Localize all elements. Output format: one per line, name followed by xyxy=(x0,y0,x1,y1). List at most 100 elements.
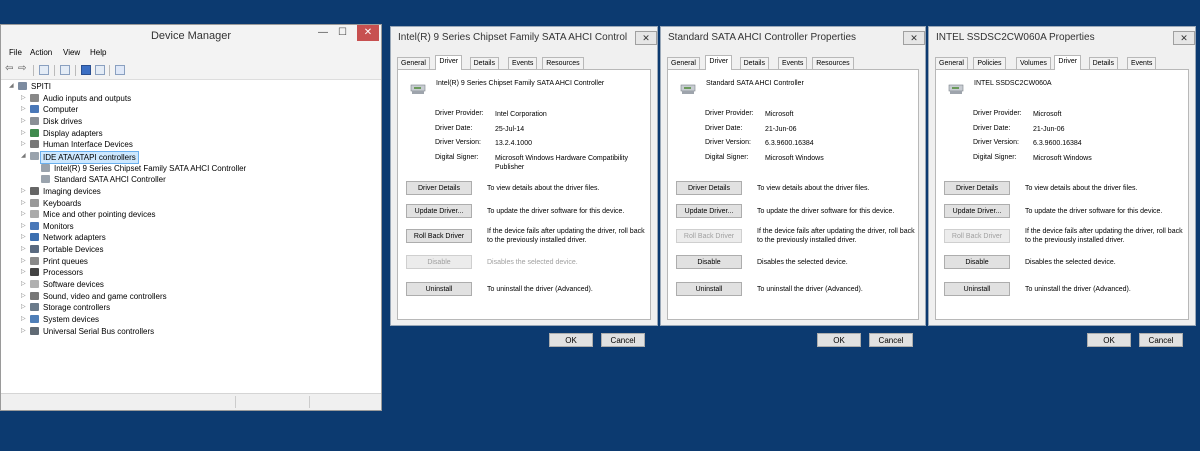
tree-item[interactable]: ▷ Universal Serial Bus controllers xyxy=(21,326,381,337)
close-button[interactable]: ✕ xyxy=(357,25,379,41)
uninstall-button[interactable]: Uninstall xyxy=(944,282,1010,296)
menu-action[interactable]: Action xyxy=(30,48,52,57)
update-driver-button[interactable]: Update Driver... xyxy=(944,204,1010,218)
tree-item[interactable]: ◢ SPITI xyxy=(9,81,381,92)
tree-item[interactable]: ▷ Software devices xyxy=(21,279,381,290)
dialog-title-bar[interactable]: Standard SATA AHCI Controller Properties… xyxy=(661,27,925,49)
uninstall-button[interactable]: Uninstall xyxy=(676,282,742,296)
tree-item[interactable]: Standard SATA AHCI Controller xyxy=(39,174,381,185)
update-driver-button[interactable]: Update Driver... xyxy=(406,204,472,218)
tree-item[interactable]: ▷ Display adapters xyxy=(21,128,381,139)
title-bar[interactable]: Device Manager — ☐ ✕ xyxy=(1,25,381,47)
expand-toggle-icon[interactable]: ▷ xyxy=(21,291,27,302)
expand-toggle-icon[interactable]: ▷ xyxy=(21,186,27,197)
expand-toggle-icon[interactable]: ▷ xyxy=(21,209,27,220)
dialog-close-button[interactable]: ✕ xyxy=(635,31,657,45)
expand-toggle-icon[interactable]: ▷ xyxy=(21,116,27,127)
tab-details[interactable]: Details xyxy=(469,57,499,69)
tree-item[interactable]: ◢ IDE ATA/ATAPI controllers xyxy=(21,150,381,164)
device-tree[interactable]: ◢ SPITI ▷ Audio inputs and outputs ▷ Computer… xyxy=(1,81,381,392)
uninstall-button[interactable]: Uninstall xyxy=(406,282,472,296)
ok-button[interactable]: OK xyxy=(817,333,861,347)
view-list-icon[interactable] xyxy=(60,65,70,75)
expand-toggle-icon[interactable]: ▷ xyxy=(21,256,27,267)
ok-button[interactable]: OK xyxy=(549,333,593,347)
tree-item[interactable]: ▷ Keyboards xyxy=(21,198,381,209)
dialog-title-bar[interactable]: INTEL SSDSC2CW060A Properties ✕ xyxy=(929,27,1195,49)
tab-resources[interactable]: Resources xyxy=(542,57,584,69)
dialog-title-bar[interactable]: Intel(R) 9 Series Chipset Family SATA AH… xyxy=(391,27,657,49)
cancel-button[interactable]: Cancel xyxy=(869,333,913,347)
roll-back-driver-button[interactable]: Roll Back Driver xyxy=(944,229,1010,243)
expand-toggle-icon[interactable]: ▷ xyxy=(21,244,27,255)
expand-toggle-icon[interactable]: ▷ xyxy=(21,104,27,115)
menu-help[interactable]: Help xyxy=(90,48,106,57)
expand-toggle-icon[interactable]: ▷ xyxy=(21,314,27,325)
tab-general[interactable]: General xyxy=(935,57,968,69)
scan-hardware-icon[interactable] xyxy=(95,65,105,75)
properties-grid-icon[interactable] xyxy=(39,65,49,75)
expand-toggle-icon[interactable]: ▷ xyxy=(21,232,27,243)
cancel-button[interactable]: Cancel xyxy=(1139,333,1183,347)
tab-events[interactable]: Events xyxy=(1127,57,1157,69)
tree-item[interactable]: Intel(R) 9 Series Chipset Family SATA AH… xyxy=(39,163,381,174)
dialog-close-button[interactable]: ✕ xyxy=(903,31,925,45)
tab-driver[interactable]: Driver xyxy=(1054,55,1082,70)
menu-view[interactable]: View xyxy=(63,48,80,57)
menu-file[interactable]: File xyxy=(9,48,22,57)
expand-toggle-icon[interactable]: ▷ xyxy=(21,93,27,104)
tree-item[interactable]: ▷ Storage controllers xyxy=(21,302,381,313)
tab-details[interactable]: Details xyxy=(739,57,769,69)
tab-events[interactable]: Events xyxy=(778,57,808,69)
roll-back-driver-button[interactable]: Roll Back Driver xyxy=(406,229,472,243)
expand-toggle-icon[interactable]: ▷ xyxy=(21,128,27,139)
tree-item[interactable]: ▷ Print queues xyxy=(21,256,381,267)
roll-back-driver-button[interactable]: Roll Back Driver xyxy=(676,229,742,243)
computer-monitor-icon[interactable] xyxy=(115,65,125,75)
dialog-close-button[interactable]: ✕ xyxy=(1173,31,1195,45)
tab-details[interactable]: Details xyxy=(1088,57,1118,69)
tree-item[interactable]: ▷ Network adapters xyxy=(21,232,381,243)
tree-item[interactable]: ▷ Computer xyxy=(21,104,381,115)
tree-item[interactable]: ▷ System devices xyxy=(21,314,381,325)
ok-button[interactable]: OK xyxy=(1087,333,1131,347)
expand-toggle-icon[interactable]: ▷ xyxy=(21,221,27,232)
tab-events[interactable]: Events xyxy=(508,57,538,69)
tree-item[interactable]: ▷ Processors xyxy=(21,267,381,278)
expand-toggle-icon[interactable]: ▷ xyxy=(21,302,27,313)
tree-item[interactable]: ▷ Monitors xyxy=(21,221,381,232)
update-driver-button[interactable]: Update Driver... xyxy=(676,204,742,218)
tab-driver[interactable]: Driver xyxy=(705,55,733,70)
cancel-button[interactable]: Cancel xyxy=(601,333,645,347)
tab-general[interactable]: General xyxy=(667,57,700,69)
maximize-button[interactable]: ☐ xyxy=(338,27,347,38)
tree-item[interactable]: ▷ Imaging devices xyxy=(21,186,381,197)
expand-toggle-icon[interactable]: ◢ xyxy=(9,81,15,92)
tab-resources[interactable]: Resources xyxy=(812,57,854,69)
tree-item[interactable]: ▷ Audio inputs and outputs xyxy=(21,93,381,104)
expand-toggle-icon[interactable]: ▷ xyxy=(21,139,27,150)
minimize-button[interactable]: — xyxy=(318,27,328,38)
tree-item[interactable]: ▷ Portable Devices xyxy=(21,244,381,255)
back-arrow-icon[interactable]: ⇦ xyxy=(5,63,13,74)
tree-item[interactable]: ▷ Disk drives xyxy=(21,116,381,127)
expand-toggle-icon[interactable]: ▷ xyxy=(21,326,27,337)
driver-details-button[interactable]: Driver Details xyxy=(676,181,742,195)
driver-details-button[interactable]: Driver Details xyxy=(944,181,1010,195)
disable-button[interactable]: Disable xyxy=(676,255,742,269)
expand-toggle-icon[interactable]: ▷ xyxy=(21,198,27,209)
expand-toggle-icon[interactable]: ◢ xyxy=(21,151,27,162)
tab-policies[interactable]: Policies xyxy=(973,57,1006,69)
disable-button[interactable]: Disable xyxy=(944,255,1010,269)
expand-toggle-icon[interactable]: ▷ xyxy=(21,267,27,278)
help-icon[interactable] xyxy=(81,65,91,75)
tree-item[interactable]: ▷ Mice and other pointing devices xyxy=(21,209,381,220)
disable-button[interactable]: Disable xyxy=(406,255,472,269)
tab-driver[interactable]: Driver xyxy=(435,55,463,70)
tree-item[interactable]: ▷ Human Interface Devices xyxy=(21,139,381,150)
expand-toggle-icon[interactable]: ▷ xyxy=(21,279,27,290)
tree-item[interactable]: ▷ Sound, video and game controllers xyxy=(21,291,381,302)
tab-general[interactable]: General xyxy=(397,57,430,69)
driver-details-button[interactable]: Driver Details xyxy=(406,181,472,195)
tab-volumes[interactable]: Volumes xyxy=(1016,57,1051,69)
